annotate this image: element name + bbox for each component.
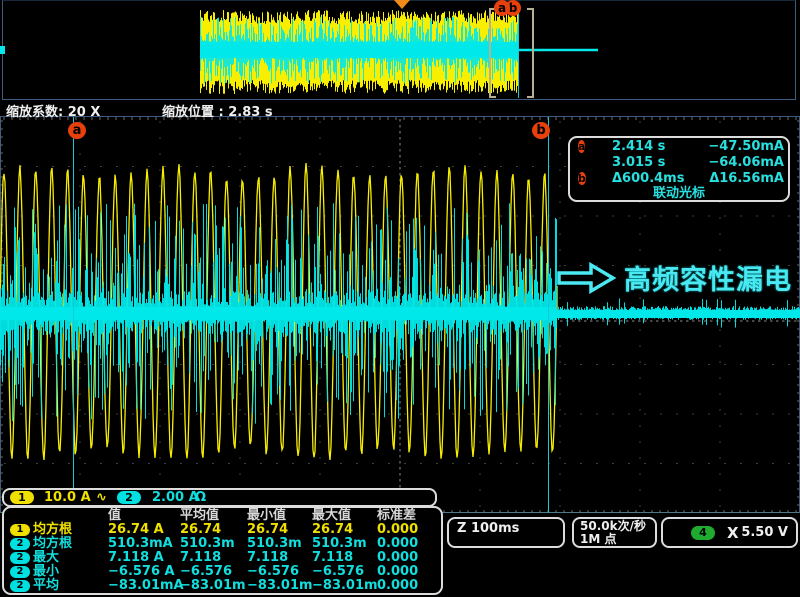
channel-1-scale: 10.0 A (44, 490, 91, 505)
zoom-window-right-bracket[interactable] (527, 8, 534, 98)
zoom-window-left-bracket[interactable] (489, 8, 496, 98)
overview-waveform-canvas (0, 0, 800, 100)
cursor-b-time: 3.015 s (600, 155, 704, 171)
cursor-b-value: −64.06mA (704, 155, 788, 171)
measurement-row: 2平均 −83.01mA −83.01m −83.01m −83.01m 0.0… (10, 579, 441, 593)
zoom-info-bar: 缩放系数: 20 X 缩放位置 : 2.83 s (0, 100, 800, 117)
cursor-b-line[interactable] (548, 117, 549, 513)
header-mean: 平均值 (180, 509, 247, 523)
channel-1-coupling-icon: ∿ (96, 490, 107, 505)
row-channel-badge: 2 (10, 580, 30, 592)
header-min: 最小值 (247, 509, 312, 523)
cursor-readout-row: b Δ600.4ms Δ16.56mA (570, 171, 788, 187)
cursor-b-readout-badge: b (578, 172, 586, 185)
cursor-a-line[interactable] (73, 117, 74, 513)
measurement-row: 2均方根 510.3mA 510.3m 510.3m 510.3m 0.000 (10, 537, 441, 551)
cursor-a-value: −47.50mA (704, 139, 788, 155)
overview-cursor-a-badge[interactable]: a (494, 0, 510, 16)
measurement-table: 值 平均值 最小值 最大值 标准差 1均方根 26.74 A 26.74 26.… (2, 506, 443, 595)
channel-4-badge[interactable]: 4 (691, 526, 715, 540)
channel-4-scale: 5.50 V (741, 525, 788, 540)
channel-2-badge[interactable]: 2 (117, 491, 141, 504)
measurement-row: 2最小 −6.576 A −6.576 −6.576 −6.576 0.000 (10, 565, 441, 579)
cursor-readout-row: a 2.414 s −47.50mA (570, 139, 788, 155)
right-arrow-icon (556, 262, 616, 294)
linked-cursors-label: 联动光标 (570, 187, 788, 202)
acquisition-box[interactable]: 50.0k次/秒 1M 点 (572, 517, 657, 548)
measurement-header-row: 值 平均值 最小值 最大值 标准差 (10, 509, 441, 523)
channel-1-badge[interactable]: 1 (10, 491, 34, 504)
annotation: 高频容性漏电 (556, 258, 792, 297)
annotation-text: 高频容性漏电 (624, 258, 792, 297)
measurement-row: 2最大 7.118 A 7.118 7.118 7.118 0.000 (10, 551, 441, 565)
cursor-a-badge[interactable]: a (68, 122, 86, 139)
header-stddev: 标准差 (377, 509, 433, 523)
cursor-delta-time: Δ600.4ms (600, 171, 704, 187)
trigger-position-icon[interactable] (394, 0, 410, 9)
row-channel-badge: 2 (10, 552, 30, 564)
channel-2-impedance-icon: Ω (195, 490, 206, 505)
row-channel-badge: 1 (10, 524, 30, 536)
header-max: 最大值 (312, 509, 377, 523)
cursor-a-readout-badge: a (578, 140, 585, 153)
measurement-row: 1均方根 26.74 A 26.74 26.74 26.74 0.000 (10, 523, 441, 537)
channel-4-coupling-icon: X (727, 524, 739, 542)
channel-scale-box[interactable]: 1 10.0 A ∿ 2 2.00 A Ω (2, 488, 437, 507)
record-length-label: 1M 点 (580, 533, 655, 546)
header-value: 值 (108, 509, 180, 523)
zoom-timebase-label: Z 100ms (457, 521, 519, 536)
channel-4-box[interactable]: 4 X 5.50 V (661, 517, 798, 548)
row-channel-badge: 2 (10, 566, 30, 578)
overview-ground-marker (0, 46, 5, 54)
cursor-readout-row: 3.015 s −64.06mA (570, 155, 788, 171)
oscilloscope-screen: b a 缩放系数: 20 X 缩放位置 : 2.83 s a b a 2.414… (0, 0, 800, 597)
cursor-readout-panel: a 2.414 s −47.50mA 3.015 s −64.06mA b Δ6… (568, 136, 790, 202)
channel-2-scale: 2.00 A (152, 490, 199, 505)
zoom-window-line (518, 8, 519, 98)
zoom-timebase-box[interactable]: Z 100ms (447, 517, 565, 548)
cursor-b-badge[interactable]: b (532, 122, 550, 139)
cursor-delta-value: Δ16.56mA (704, 171, 788, 187)
cursor-a-time: 2.414 s (600, 139, 704, 155)
row-channel-badge: 2 (10, 538, 30, 550)
